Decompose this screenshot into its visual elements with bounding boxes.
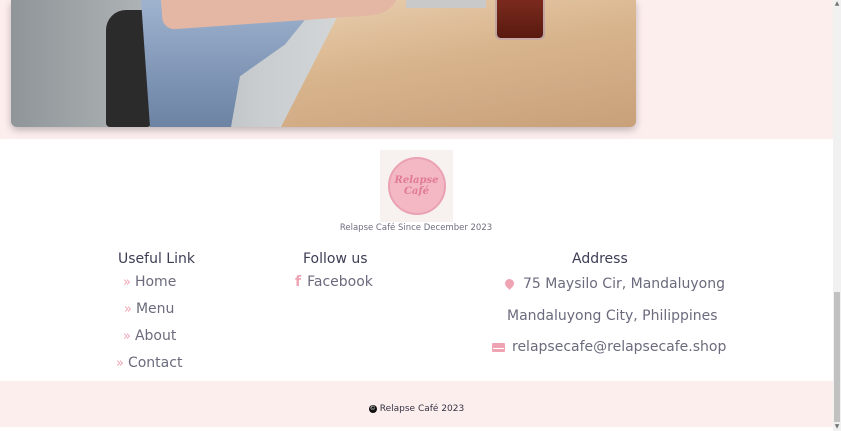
address-line-1: 75 Maysilo Cir, Mandaluyong [503,276,725,292]
address-city: Mandaluyong City, Philippines [507,308,718,324]
scroll-down-arrow-icon[interactable]: ▼ [833,423,841,431]
address-street: 75 Maysilo Cir, Mandaluyong [523,276,725,292]
footer-link-contact[interactable]: » Contact [116,355,182,371]
since-text: Relapse Café Since December 2023 [339,223,493,233]
envelope-icon [492,342,505,352]
footer-link-label: Contact [127,355,183,371]
map-marker-icon [503,276,516,290]
copyright-text: Relapse Café 2023 [379,404,465,414]
footer-link-home[interactable]: » Home [123,274,176,290]
footer-link-about[interactable]: » About [123,328,176,344]
email-link[interactable]: relapsecafe@relapsecafe.shop [492,339,726,355]
facebook-label: Facebook [307,274,373,290]
follow-us-title: Follow us [303,251,368,267]
footer-link-label: About [134,328,177,344]
useful-links-title: Useful Link [118,251,195,267]
logo-text-line1: Relapse [394,175,439,186]
chevron-double-right-icon: » [123,274,131,290]
chevron-double-right-icon: » [123,328,131,344]
hero-section [0,0,833,139]
scrollbar-thumb[interactable] [834,292,840,422]
chevron-double-right-icon: » [124,301,132,317]
hero-photo [11,0,636,127]
facebook-icon: f [295,274,302,290]
footer-link-label: Menu [135,301,175,317]
footer-logo: Relapse Café [380,150,453,222]
email-address: relapsecafe@relapsecafe.shop [512,339,727,355]
copyright-icon: © [368,405,377,413]
address-line-2: Mandaluyong City, Philippines [507,308,718,324]
facebook-link[interactable]: f Facebook [295,274,373,290]
address-title: Address [572,251,628,267]
scroll-up-arrow-icon[interactable]: ▲ [833,0,841,8]
footer-link-menu[interactable]: » Menu [124,301,174,317]
logo-text-line2: Café [403,186,430,197]
chevron-double-right-icon: » [116,355,124,371]
logo-badge: Relapse Café [387,157,446,215]
footer-link-label: Home [134,274,177,290]
copyright: © Relapse Café 2023 [0,404,833,414]
